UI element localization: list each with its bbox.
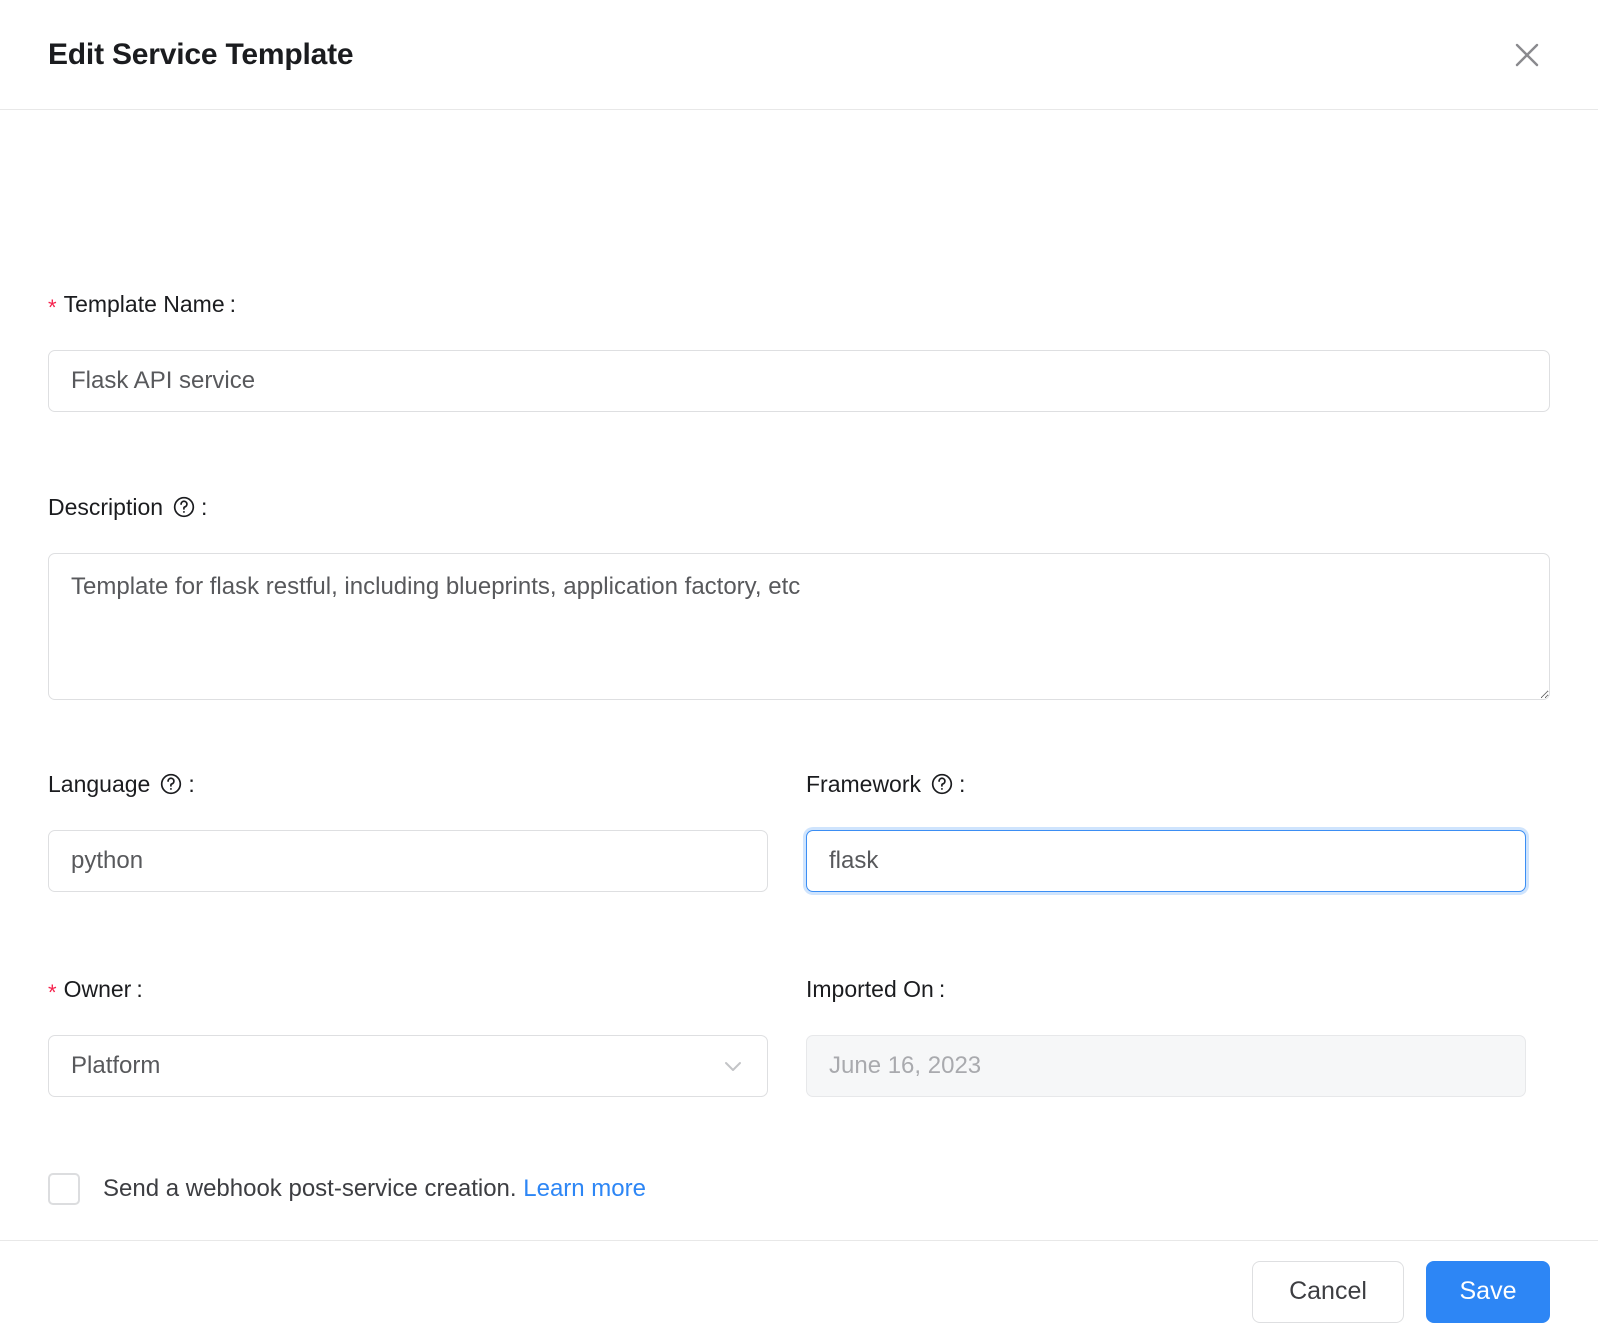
dialog-body: * Template Name : Description : bbox=[0, 110, 1598, 1240]
field-description: Description : Template for flask restful… bbox=[48, 493, 1550, 705]
template-name-label-text: Template Name bbox=[63, 291, 225, 317]
owner-label: * Owner : bbox=[48, 975, 768, 1005]
required-marker: * bbox=[48, 980, 57, 1005]
webhook-label-text: Send a webhook post-service creation. bbox=[103, 1175, 517, 1202]
save-button[interactable]: Save bbox=[1426, 1260, 1550, 1323]
imported-on-label: Imported On : bbox=[806, 975, 1526, 1003]
field-language: Language : bbox=[48, 770, 768, 892]
question-circle-icon[interactable] bbox=[172, 495, 196, 519]
language-label-text: Language bbox=[48, 771, 151, 797]
cancel-button[interactable]: Cancel bbox=[1252, 1260, 1404, 1323]
webhook-checkbox[interactable] bbox=[48, 1173, 80, 1205]
label-colon: : bbox=[938, 976, 946, 1002]
page-title: Edit Service Template bbox=[48, 38, 354, 71]
field-template-name: * Template Name : bbox=[48, 290, 1550, 412]
chevron-down-icon bbox=[719, 1052, 747, 1080]
required-marker: * bbox=[48, 295, 57, 320]
owner-imported-row: * Owner : Platform Imported On: June 16… bbox=[48, 975, 1550, 1097]
framework-label: Framework : bbox=[806, 770, 1526, 798]
webhook-checkbox-row: Send a webhook post-service creation. Le… bbox=[48, 1173, 1550, 1205]
field-imported-on: Imported On : bbox=[806, 975, 1526, 1097]
framework-input[interactable] bbox=[806, 830, 1526, 892]
description-label-text: Description bbox=[48, 494, 164, 520]
label-colon: : bbox=[188, 771, 195, 797]
language-label: Language : bbox=[48, 770, 768, 798]
imported-on-input bbox=[806, 1035, 1526, 1097]
template-name-label: * Template Name : bbox=[48, 290, 1550, 320]
imported-on-label-text: Imported On bbox=[806, 976, 934, 1002]
question-circle-icon[interactable] bbox=[159, 772, 183, 796]
dialog-header: Edit Service Template bbox=[0, 0, 1598, 110]
framework-label-text: Framework bbox=[806, 771, 922, 797]
language-framework-row: Language : Framework bbox=[48, 770, 1550, 892]
label-colon: : bbox=[959, 771, 966, 797]
webhook-row: Send a webhook post-service creation. Le… bbox=[48, 1173, 1550, 1205]
owner-select[interactable]: Platform bbox=[48, 1035, 768, 1097]
owner-select-value: Platform bbox=[71, 1052, 161, 1079]
learn-more-link[interactable]: Learn more bbox=[523, 1175, 646, 1202]
dialog-footer: Cancel Save bbox=[0, 1240, 1598, 1342]
owner-label-text: Owner bbox=[63, 976, 132, 1002]
template-name-input[interactable] bbox=[48, 350, 1550, 412]
close-button[interactable] bbox=[1508, 36, 1546, 74]
label-colon: : bbox=[201, 494, 208, 520]
close-icon bbox=[1512, 40, 1542, 70]
question-circle-icon[interactable] bbox=[930, 772, 954, 796]
edit-service-template-dialog: Edit Service Template * Template Name : bbox=[0, 0, 1598, 1342]
label-colon: : bbox=[136, 976, 143, 1002]
field-framework: Framework : bbox=[806, 770, 1526, 892]
webhook-label: Send a webhook post-service creation. Le… bbox=[103, 1173, 646, 1205]
label-colon: : bbox=[229, 291, 237, 317]
field-owner: * Owner : Platform bbox=[48, 975, 768, 1097]
description-textarea[interactable]: Template for flask restful, including bl… bbox=[48, 553, 1550, 700]
language-input[interactable] bbox=[48, 830, 768, 892]
description-label: Description : bbox=[48, 493, 1550, 521]
